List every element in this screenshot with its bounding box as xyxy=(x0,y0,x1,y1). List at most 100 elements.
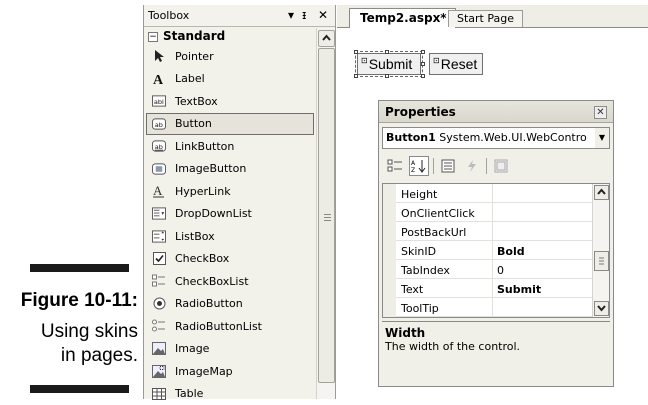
toolbox-item-label-control[interactable]: A Label xyxy=(144,68,316,91)
property-pages-icon[interactable] xyxy=(491,156,511,176)
property-row[interactable]: TabIndex 0 xyxy=(396,260,592,279)
collapse-icon[interactable]: − xyxy=(148,32,158,42)
property-value[interactable]: 0 xyxy=(493,260,504,278)
object-type: System.Web.UI.WebContro xyxy=(439,131,586,144)
property-row[interactable]: OnClientClick xyxy=(396,203,592,222)
property-row[interactable]: PostBackUrl xyxy=(396,222,592,241)
toolbox-item-pointer[interactable]: Pointer xyxy=(144,45,316,68)
alphabetical-icon[interactable]: AZ xyxy=(409,156,429,176)
toolbox-item-label: CheckBox xyxy=(175,252,229,265)
toolbox-item-label: HyperLink xyxy=(175,185,231,198)
chevron-down-icon[interactable]: ▾ xyxy=(288,8,294,22)
toolbox-item-radiobuttonlist[interactable]: RadioButtonList xyxy=(144,315,316,338)
resize-handle[interactable] xyxy=(421,74,425,78)
property-value[interactable]: Bold xyxy=(493,241,525,259)
radiobuttonlist-icon xyxy=(152,319,166,333)
property-name: TabIndex xyxy=(396,260,493,278)
property-value[interactable] xyxy=(493,184,497,202)
toolbox-item-imagebutton[interactable]: ImageButton xyxy=(144,158,316,181)
toolbox-item-label: Label xyxy=(175,72,205,85)
property-name: PostBackUrl xyxy=(396,222,493,240)
properties-window: Properties ✕ Button1 System.Web.UI.WebCo… xyxy=(378,100,614,387)
property-name: OnClientClick xyxy=(396,203,493,221)
close-icon[interactable]: ✕ xyxy=(594,106,607,119)
chevron-down-icon[interactable] xyxy=(594,301,609,316)
toolbar-divider xyxy=(433,158,434,174)
scroll-thumb[interactable] xyxy=(594,251,609,271)
toolbox-item-linkbutton[interactable]: ab LinkButton xyxy=(144,135,316,158)
grip-icon xyxy=(324,214,331,223)
property-value[interactable] xyxy=(493,298,497,316)
events-icon[interactable] xyxy=(462,156,482,176)
object-selector[interactable]: Button1 System.Web.UI.WebContro ▼ xyxy=(382,127,610,149)
property-row[interactable]: ToolTip xyxy=(396,298,592,317)
property-row[interactable]: Height xyxy=(396,184,592,203)
tab-start-page[interactable]: Start Page xyxy=(448,10,523,27)
toolbox-item-label: Pointer xyxy=(175,50,214,63)
toolbox-item-label: Image xyxy=(175,342,209,355)
property-name: ToolTip xyxy=(396,298,493,316)
tab-temp2-aspx[interactable]: Temp2.aspx* xyxy=(349,8,456,28)
toolbox-title: Toolbox xyxy=(148,9,189,22)
listbox-icon xyxy=(152,229,166,243)
toolbox-item-label: RadioButton xyxy=(175,297,243,310)
dropdownlist-icon xyxy=(152,207,166,221)
categorized-icon[interactable] xyxy=(385,156,405,176)
toolbox-item-image[interactable]: Image xyxy=(144,338,316,361)
resize-handle[interactable] xyxy=(354,74,358,78)
property-row[interactable]: SkinID Bold xyxy=(396,241,592,260)
imagebutton-icon xyxy=(152,162,166,176)
property-value[interactable] xyxy=(493,203,497,221)
label-icon: A xyxy=(152,72,166,86)
object-name: Button1 xyxy=(386,131,436,144)
toolbox-item-label: CheckBoxList xyxy=(175,275,249,288)
property-grid-scrollbar[interactable] xyxy=(592,184,609,317)
svg-text:A: A xyxy=(411,160,416,167)
resize-handle[interactable] xyxy=(385,50,389,54)
toolbox-scrollbar[interactable] xyxy=(316,28,335,399)
property-name: Text xyxy=(396,279,493,297)
property-row[interactable]: Text Submit xyxy=(396,279,592,298)
toolbox-item-label: DropDownList xyxy=(175,207,252,220)
toolbox-item-checkbox[interactable]: CheckBox xyxy=(144,248,316,271)
toolbox-item-label: ImageMap xyxy=(175,365,233,378)
pointer-icon xyxy=(152,49,166,63)
property-grid: Height OnClientClick PostBackUrl SkinID … xyxy=(382,183,610,318)
hyperlink-icon: A xyxy=(152,184,166,198)
chevron-down-icon[interactable]: ▼ xyxy=(595,128,609,148)
toolbox-item-imagemap[interactable]: ImageMap xyxy=(144,360,316,383)
toolbox-item-radiobutton[interactable]: RadioButton xyxy=(144,293,316,316)
toolbox-item-listbox[interactable]: ListBox xyxy=(144,225,316,248)
chevron-up-icon xyxy=(319,31,334,46)
chevron-up-icon[interactable] xyxy=(594,185,609,200)
caption-rule-bottom xyxy=(30,385,129,393)
toolbox-item-hyperlink[interactable]: A HyperLink xyxy=(144,180,316,203)
svg-text:abl: abl xyxy=(154,98,164,106)
toolbox-item-table[interactable]: Table xyxy=(144,383,316,405)
property-value[interactable]: Submit xyxy=(493,279,541,297)
close-icon[interactable]: ✕ xyxy=(318,8,328,22)
resize-handle[interactable] xyxy=(421,62,425,66)
property-value[interactable] xyxy=(493,222,497,240)
toolbox-item-button[interactable]: ab Button xyxy=(146,113,314,136)
toolbox-item-label: TextBox xyxy=(175,95,218,108)
caption-line-1: Using skins xyxy=(0,320,138,344)
toolbox-item-dropdownlist[interactable]: DropDownList xyxy=(144,203,316,226)
toolbox-titlebar: Toolbox ▾ ᵻ ✕ xyxy=(144,5,335,27)
submit-button[interactable]: ⊡Submit xyxy=(357,53,421,75)
resize-handle[interactable] xyxy=(385,74,389,78)
imagemap-icon xyxy=(152,364,166,378)
pin-icon[interactable]: ᵻ xyxy=(302,8,306,22)
reset-button[interactable]: ⊡Reset xyxy=(429,53,483,75)
scroll-up-button[interactable] xyxy=(318,30,335,47)
resize-handle[interactable] xyxy=(421,50,425,54)
toolbox-section-standard[interactable]: − Standard xyxy=(144,28,316,45)
toolbox-item-textbox[interactable]: abl TextBox xyxy=(144,90,316,113)
toolbox-item-checkboxlist[interactable]: CheckBoxList xyxy=(144,270,316,293)
resize-handle[interactable] xyxy=(354,50,358,54)
toolbox-item-label: Button xyxy=(175,117,212,130)
scroll-thumb[interactable] xyxy=(318,48,335,383)
properties-icon[interactable] xyxy=(438,156,458,176)
toolbox-item-label: Table xyxy=(175,387,203,400)
toolbox-item-label: ListBox xyxy=(175,230,215,243)
